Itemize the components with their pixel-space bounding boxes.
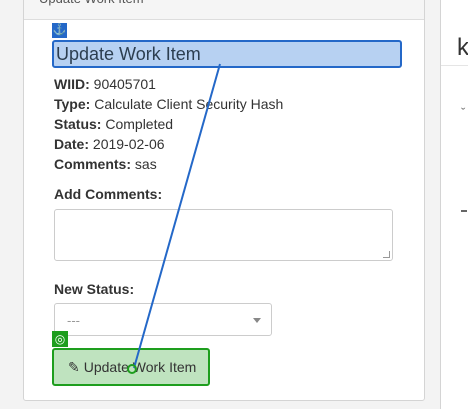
add-comments-label: Add Comments: (54, 186, 163, 202)
update-button-label: Update Work Item (83, 359, 197, 375)
form-title: Update Work Item (52, 40, 402, 68)
type-value: Calculate Client Security Hash (94, 96, 284, 112)
new-status-label: New Status: (54, 281, 135, 297)
status-label: Status: (54, 116, 102, 132)
new-status-select[interactable]: --- (54, 303, 272, 336)
wiid-row: WIID: 90405701 (54, 76, 156, 92)
date-label: Date: (54, 136, 90, 152)
anchor-icon: ⚓ (52, 23, 67, 38)
target-icon: ◎ (52, 331, 68, 347)
caret-down-icon (253, 318, 261, 323)
date-value: 2019-02-06 (92, 136, 165, 152)
right-background-window: k ˇ (440, 0, 468, 409)
status-value: Completed (105, 116, 174, 132)
comments-label: Comments: (54, 156, 132, 172)
add-comments-textarea[interactable] (54, 209, 393, 261)
right-window-mark: ˇ (461, 105, 466, 120)
comments-row: Comments: sas (54, 156, 157, 172)
resize-grip-icon[interactable] (383, 251, 390, 258)
date-row: Date: 2019-02-06 (54, 136, 165, 152)
comments-value: sas (134, 156, 157, 172)
panel-heading: Update Work Item (24, 0, 424, 20)
new-status-selected: --- (67, 313, 80, 328)
update-work-item-button[interactable]: ✎ Update Work Item (52, 348, 210, 386)
wiid-value: 90405701 (93, 76, 156, 92)
type-label: Type: (54, 96, 91, 112)
type-row: Type: Calculate Client Security Hash (54, 96, 283, 112)
right-window-dash (461, 210, 467, 212)
right-window-glyph: k (457, 34, 468, 61)
status-row: Status: Completed (54, 116, 173, 132)
wiid-label: WIID: (54, 76, 90, 92)
pencil-icon: ✎ (68, 358, 80, 375)
